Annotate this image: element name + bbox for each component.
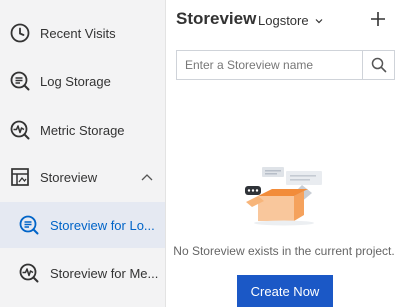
sidebar-item-label: Log Storage: [40, 73, 111, 89]
sidebar-item-metric-storage[interactable]: Metric Storage: [0, 107, 165, 153]
log-search-icon: [10, 71, 30, 91]
plus-icon[interactable]: [370, 11, 386, 27]
search-input[interactable]: [177, 51, 363, 79]
logstore-dropdown[interactable]: Logstore: [258, 13, 323, 28]
chevron-down-icon: [315, 18, 323, 23]
empty-box-illustration: [245, 167, 322, 226]
sidebar-item-label: Storeview: [40, 169, 98, 185]
main-panel: Storeview Logstore Enter a Storeview nam…: [166, 0, 402, 307]
clock-icon: [10, 23, 30, 43]
sidebar: Recent Visits Log Storage Metric Storage…: [0, 0, 166, 307]
sidebar-item-storeview-logs[interactable]: Storeview for Lo...: [0, 202, 165, 248]
sidebar-item-storeview[interactable]: Storeview: [0, 154, 165, 200]
metric-icon: [10, 120, 30, 140]
sidebar-item-log-storage[interactable]: Log Storage: [0, 58, 165, 104]
sidebar-item-label: Storeview for Lo...: [50, 217, 155, 233]
sidebar-item-label: Recent Visits: [40, 25, 116, 41]
page-title: Storeview: [176, 9, 257, 28]
chevron-up-icon[interactable]: [141, 173, 153, 181]
metric-icon: [19, 263, 39, 283]
sidebar-item-storeview-metrics[interactable]: Storeview for Me...: [0, 250, 165, 296]
storeview-icon: [11, 168, 29, 186]
sidebar-item-recent-visits[interactable]: Recent Visits: [0, 10, 165, 56]
create-now-button[interactable]: Create Now: [237, 275, 333, 307]
search-button[interactable]: [362, 51, 394, 79]
sidebar-item-label: Storeview for Me...: [50, 265, 159, 281]
search-icon: [371, 57, 386, 73]
log-search-icon: [19, 215, 39, 235]
sidebar-item-label: Metric Storage: [40, 122, 125, 138]
search-box: [176, 50, 395, 80]
dropdown-label: Logstore: [258, 13, 309, 28]
empty-state-message: No Storeview exists in the current proje…: [173, 244, 395, 258]
